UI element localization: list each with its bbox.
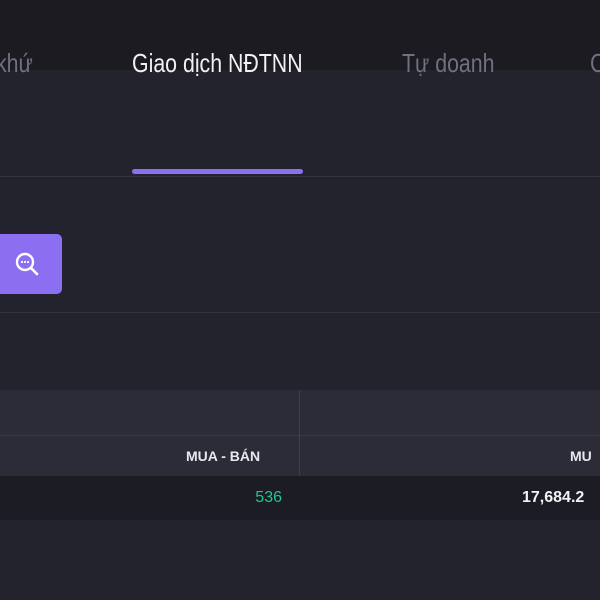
search-button[interactable] — [0, 234, 62, 294]
app-root: khứ Giao dịch NĐTNN Tự doanh C MUA - BÁN… — [0, 0, 600, 600]
active-tab-indicator — [132, 169, 303, 174]
net-volume-cell: 536 — [255, 489, 282, 506]
column-divider — [299, 390, 300, 476]
filter-row — [0, 177, 600, 313]
table-row — [0, 476, 600, 520]
tab-next[interactable]: C — [590, 0, 600, 106]
spacer-band — [0, 313, 600, 390]
search-icon — [15, 252, 39, 276]
header-buy-sell[interactable]: MUA - BÁN — [186, 436, 260, 476]
header-buy[interactable]: MU — [570, 436, 592, 476]
table-header — [0, 436, 600, 476]
tab-proprietary-trading[interactable]: Tự doanh — [402, 0, 495, 106]
table-header-group — [0, 390, 600, 436]
tab-foreign-investor-trading[interactable]: Giao dịch NĐTNN — [132, 0, 303, 106]
tab-history[interactable]: khứ — [0, 0, 33, 106]
buy-value-cell: 17,684.2 — [522, 489, 585, 506]
